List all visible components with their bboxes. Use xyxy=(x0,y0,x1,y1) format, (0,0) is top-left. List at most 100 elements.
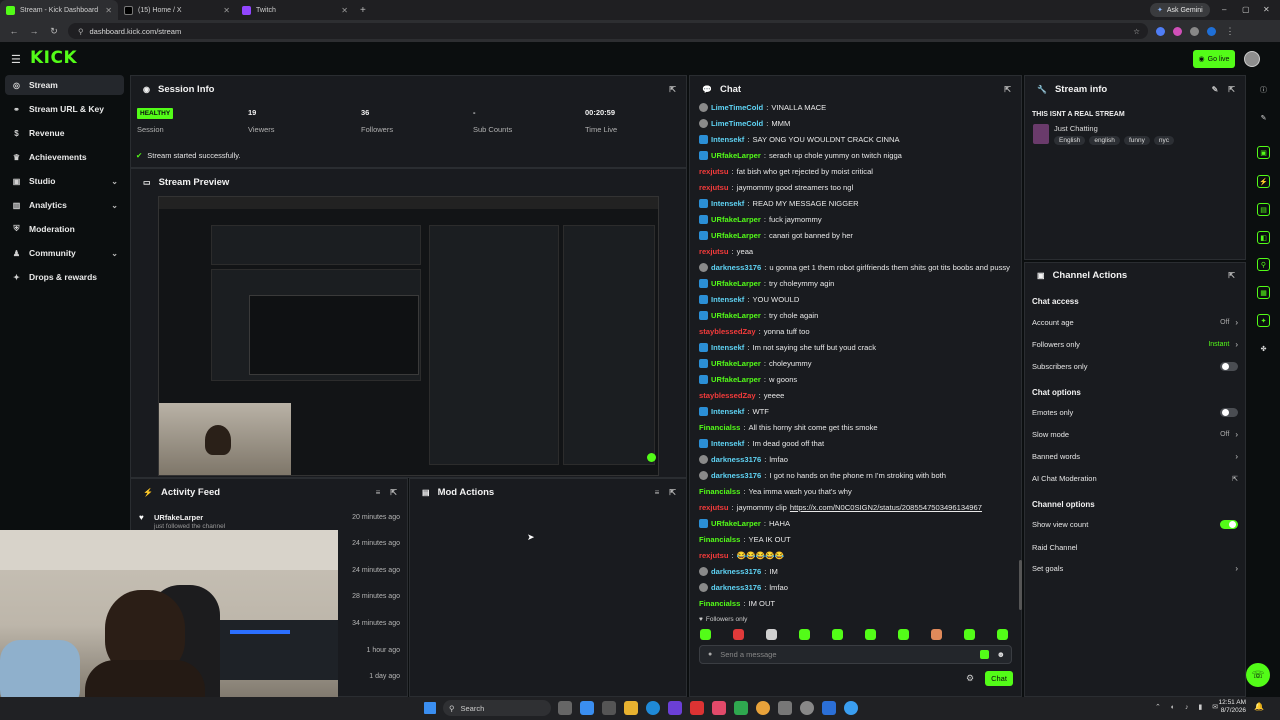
ai-moderation-row[interactable]: AI Chat Moderation ⇱ xyxy=(1032,474,1238,483)
bookmark-star-icon[interactable]: ☆ xyxy=(1133,27,1140,36)
chat-username[interactable]: rexjutsu xyxy=(699,183,729,192)
emote-icon[interactable] xyxy=(733,629,744,640)
ask-gemini-button[interactable]: ✦ Ask Gemini xyxy=(1150,3,1210,17)
chat-username[interactable]: Intensekf xyxy=(711,439,744,448)
chat-username[interactable]: Intensekf xyxy=(711,343,744,352)
sidebar-item-analytics[interactable]: ▥ Analytics ⌄ xyxy=(5,195,124,215)
set-goals-row[interactable]: Set goals › xyxy=(1032,564,1238,573)
emote-icon[interactable] xyxy=(832,629,843,640)
chat-username[interactable]: Financialss xyxy=(699,535,740,544)
app-icon[interactable] xyxy=(822,701,836,715)
close-tab-icon[interactable]: ✕ xyxy=(341,6,348,15)
profile-icon[interactable] xyxy=(1207,26,1216,36)
slow-mode-row[interactable]: Slow mode Off › xyxy=(1032,430,1238,439)
emote-icon[interactable] xyxy=(799,629,810,640)
chat-username[interactable]: rexjutsu xyxy=(699,247,729,256)
layout-icon[interactable]: ▦ xyxy=(1257,286,1270,299)
menu-dots-icon[interactable]: ⋮ xyxy=(1224,26,1236,37)
popout-icon[interactable]: ⇱ xyxy=(1228,271,1235,280)
app-icon[interactable] xyxy=(580,701,594,715)
feed-user[interactable]: URfakeLarper xyxy=(154,513,203,522)
sidebar-item-revenue[interactable]: $ Revenue xyxy=(5,123,124,143)
chat-username[interactable]: Intensekf xyxy=(711,135,744,144)
minimize-icon[interactable]: – xyxy=(1222,5,1226,14)
go-live-button[interactable]: ◉ Go live xyxy=(1193,50,1235,68)
extension-icon[interactable] xyxy=(1173,26,1182,36)
chat-username[interactable]: URfakeLarper xyxy=(711,359,761,368)
app-icon[interactable] xyxy=(734,701,748,715)
emote-icon[interactable] xyxy=(766,629,777,640)
chat-support-icon[interactable]: ☏ xyxy=(1246,663,1270,687)
chat-username[interactable]: URfakeLarper xyxy=(711,279,761,288)
chat-username[interactable]: darkness3176 xyxy=(711,471,761,480)
taskview-icon[interactable] xyxy=(558,701,572,715)
forward-icon[interactable]: → xyxy=(28,26,40,36)
taskbar-search[interactable]: ⚲ Search xyxy=(443,700,551,716)
tag-chip[interactable]: nyc xyxy=(1153,136,1174,145)
sidebar-item-achievements[interactable]: ♛ Achievements xyxy=(5,147,124,167)
chat-username[interactable]: URfakeLarper xyxy=(711,375,761,384)
chat-username[interactable]: LimeTimeCold xyxy=(711,103,763,112)
chat-input[interactable]: ● Send a message ☻ xyxy=(699,645,1012,664)
pencil-icon[interactable]: ✎ xyxy=(1257,111,1270,124)
tag-chip[interactable]: funny xyxy=(1123,136,1150,145)
filter-icon[interactable]: ≡ xyxy=(655,488,660,497)
chat-username[interactable]: URfakeLarper xyxy=(711,151,761,160)
close-tab-icon[interactable]: ✕ xyxy=(105,6,112,15)
sidebar-item-drops-rewards[interactable]: ✦ Drops & rewards xyxy=(5,267,124,287)
emote-icon[interactable] xyxy=(865,629,876,640)
app-icon[interactable] xyxy=(690,701,704,715)
send-chat-button[interactable]: Chat xyxy=(985,671,1013,686)
popout-icon[interactable]: ⇱ xyxy=(669,85,676,94)
edit-pencil-icon[interactable]: ✎ xyxy=(1212,85,1219,94)
close-window-icon[interactable]: ✕ xyxy=(1263,5,1270,14)
chat-link[interactable]: https://x.com/N0C0SIGN2/status/208554750… xyxy=(790,503,982,512)
windows-start-icon[interactable] xyxy=(424,702,436,714)
info-icon[interactable]: ⓘ xyxy=(1257,83,1270,96)
tag-chip[interactable]: English xyxy=(1054,136,1086,145)
file-explorer-icon[interactable] xyxy=(624,701,638,715)
sidebar-item-moderation[interactable]: ⛨ Moderation xyxy=(5,219,124,239)
smile-icon[interactable]: ☻ xyxy=(997,650,1005,659)
tool-icon[interactable]: ✦ xyxy=(1257,314,1270,327)
tag-chip[interactable]: english xyxy=(1089,136,1120,145)
emotes-only-toggle[interactable] xyxy=(1220,408,1238,417)
url-field[interactable]: ⚲ dashboard.kick.com/stream ☆ xyxy=(68,23,1148,39)
reload-icon[interactable]: ↻ xyxy=(48,26,60,37)
settings-gear-icon[interactable]: ⚙ xyxy=(966,673,974,684)
chrome-icon[interactable] xyxy=(756,701,770,715)
chat-username[interactable]: URfakeLarper xyxy=(711,215,761,224)
chat-username[interactable]: Intensekf xyxy=(711,199,744,208)
chat-username[interactable]: stayblessedZay xyxy=(699,391,756,400)
new-tab-icon[interactable]: + xyxy=(360,5,366,16)
emote-icon[interactable] xyxy=(700,629,711,640)
subscribers-only-toggle[interactable] xyxy=(1220,362,1238,371)
banned-words-row[interactable]: Banned words › xyxy=(1032,452,1238,461)
chat-username[interactable]: stayblessedZay xyxy=(699,327,756,336)
bolt-icon[interactable]: ⚡ xyxy=(1257,175,1270,188)
edge-icon[interactable] xyxy=(646,701,660,715)
site-info-icon[interactable]: ⚲ xyxy=(78,27,84,36)
chat-username[interactable]: Intensekf xyxy=(711,295,744,304)
notification-icon[interactable]: 🔔 xyxy=(1254,702,1264,711)
chat-username[interactable]: URfakeLarper xyxy=(711,519,761,528)
tab-x-home[interactable]: (15) Home / X ✕ xyxy=(118,0,236,20)
document-icon[interactable]: ▤ xyxy=(1257,203,1270,216)
emote-icon[interactable] xyxy=(931,629,942,640)
back-icon[interactable]: ← xyxy=(8,26,20,36)
show-view-count-toggle[interactable] xyxy=(1220,520,1238,529)
filter-icon[interactable]: ≡ xyxy=(376,488,381,497)
chat-username[interactable]: rexjutsu xyxy=(699,551,729,560)
chat-username[interactable]: darkness3176 xyxy=(711,583,761,592)
emote-picker-icon[interactable] xyxy=(979,650,989,659)
chat-username[interactable]: rexjutsu xyxy=(699,167,729,176)
tab-twitch[interactable]: Twitch ✕ xyxy=(236,0,354,20)
clock[interactable]: 12:51 AM 8/7/2026 xyxy=(1212,699,1246,715)
chat-username[interactable]: rexjutsu xyxy=(699,503,729,512)
music-icon[interactable] xyxy=(712,701,726,715)
raid-channel-row[interactable]: Raid Channel xyxy=(1032,543,1238,552)
popout-icon[interactable]: ⇱ xyxy=(1004,85,1011,94)
chat-username[interactable]: darkness3176 xyxy=(711,455,761,464)
followers-only-row[interactable]: Followers only Instant › xyxy=(1032,340,1238,349)
wrench-icon[interactable]: ⚲ xyxy=(1257,258,1270,271)
